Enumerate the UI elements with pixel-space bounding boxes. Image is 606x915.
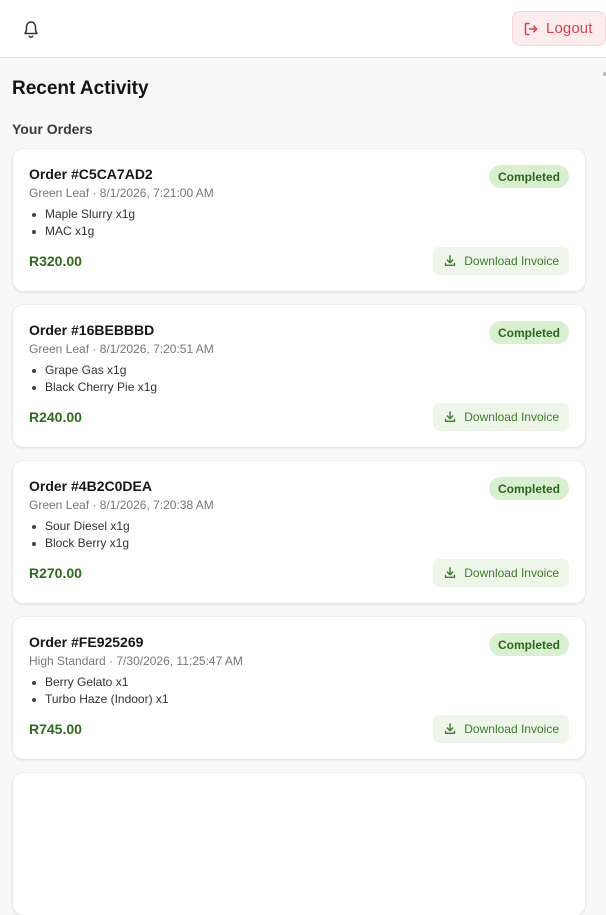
status-badge: Completed — [488, 165, 569, 188]
order-meta: High Standard · 7/30/2026, 11:25:47 AM — [29, 654, 243, 668]
logout-icon — [523, 21, 539, 37]
download-invoice-label: Download Invoice — [464, 410, 559, 424]
status-badge: Completed — [488, 321, 569, 344]
download-icon — [443, 566, 457, 580]
order-items: Maple Slurry x1g MAC x1g — [29, 206, 135, 240]
download-invoice-button[interactable]: Download Invoice — [433, 715, 569, 743]
order-card: Order #16BEBBBD Green Leaf · 8/1/2026, 7:… — [13, 305, 585, 447]
order-card: Order #FE925269 High Standard · 7/30/2026… — [13, 617, 585, 759]
section-title: Your Orders — [12, 121, 93, 137]
order-item: Black Cherry Pie x1g — [29, 379, 157, 396]
top-bar: Logout — [0, 0, 606, 58]
order-items: Berry Gelato x1 Turbo Haze (Indoor) x1 — [29, 674, 169, 708]
order-title: Order #C5CA7AD2 — [29, 166, 153, 182]
status-badge: Completed — [488, 477, 569, 500]
download-invoice-label: Download Invoice — [464, 254, 559, 268]
page-title: Recent Activity — [12, 78, 149, 99]
order-card: Order #4B2C0DEA Green Leaf · 8/1/2026, 7:… — [13, 461, 585, 603]
order-items: Grape Gas x1g Black Cherry Pie x1g — [29, 362, 157, 396]
order-title: Order #4B2C0DEA — [29, 478, 152, 494]
download-invoice-button[interactable]: Download Invoice — [433, 403, 569, 431]
order-meta: Green Leaf · 8/1/2026, 7:20:51 AM — [29, 342, 214, 356]
download-icon — [443, 410, 457, 424]
order-title: Order #16BEBBBD — [29, 322, 155, 338]
download-icon — [443, 254, 457, 268]
download-invoice-label: Download Invoice — [464, 722, 559, 736]
order-item: Grape Gas x1g — [29, 362, 157, 379]
order-total: R320.00 — [29, 253, 82, 269]
order-card: Order #C5CA7AD2 Green Leaf · 8/1/2026, 7:… — [13, 149, 585, 291]
download-invoice-button[interactable]: Download Invoice — [433, 559, 569, 587]
order-item: Sour Diesel x1g — [29, 518, 130, 535]
order-item: MAC x1g — [29, 223, 135, 240]
order-total: R270.00 — [29, 565, 82, 581]
order-item: Maple Slurry x1g — [29, 206, 135, 223]
order-total: R240.00 — [29, 409, 82, 425]
order-card — [13, 773, 585, 915]
order-meta: Green Leaf · 8/1/2026, 7:21:00 AM — [29, 186, 214, 200]
status-badge: Completed — [488, 633, 569, 656]
order-item: Berry Gelato x1 — [29, 674, 169, 691]
download-invoice-label: Download Invoice — [464, 566, 559, 580]
download-invoice-button[interactable]: Download Invoice — [433, 247, 569, 275]
bell-icon[interactable] — [20, 17, 42, 41]
order-total: R745.00 — [29, 721, 82, 737]
download-icon — [443, 722, 457, 736]
order-title: Order #FE925269 — [29, 634, 144, 650]
logout-label: Logout — [546, 20, 593, 37]
order-item: Block Berry x1g — [29, 535, 130, 552]
logout-button[interactable]: Logout — [512, 11, 606, 46]
order-items: Sour Diesel x1g Block Berry x1g — [29, 518, 130, 552]
order-item: Turbo Haze (Indoor) x1 — [29, 691, 169, 708]
order-meta: Green Leaf · 8/1/2026, 7:20:38 AM — [29, 498, 214, 512]
